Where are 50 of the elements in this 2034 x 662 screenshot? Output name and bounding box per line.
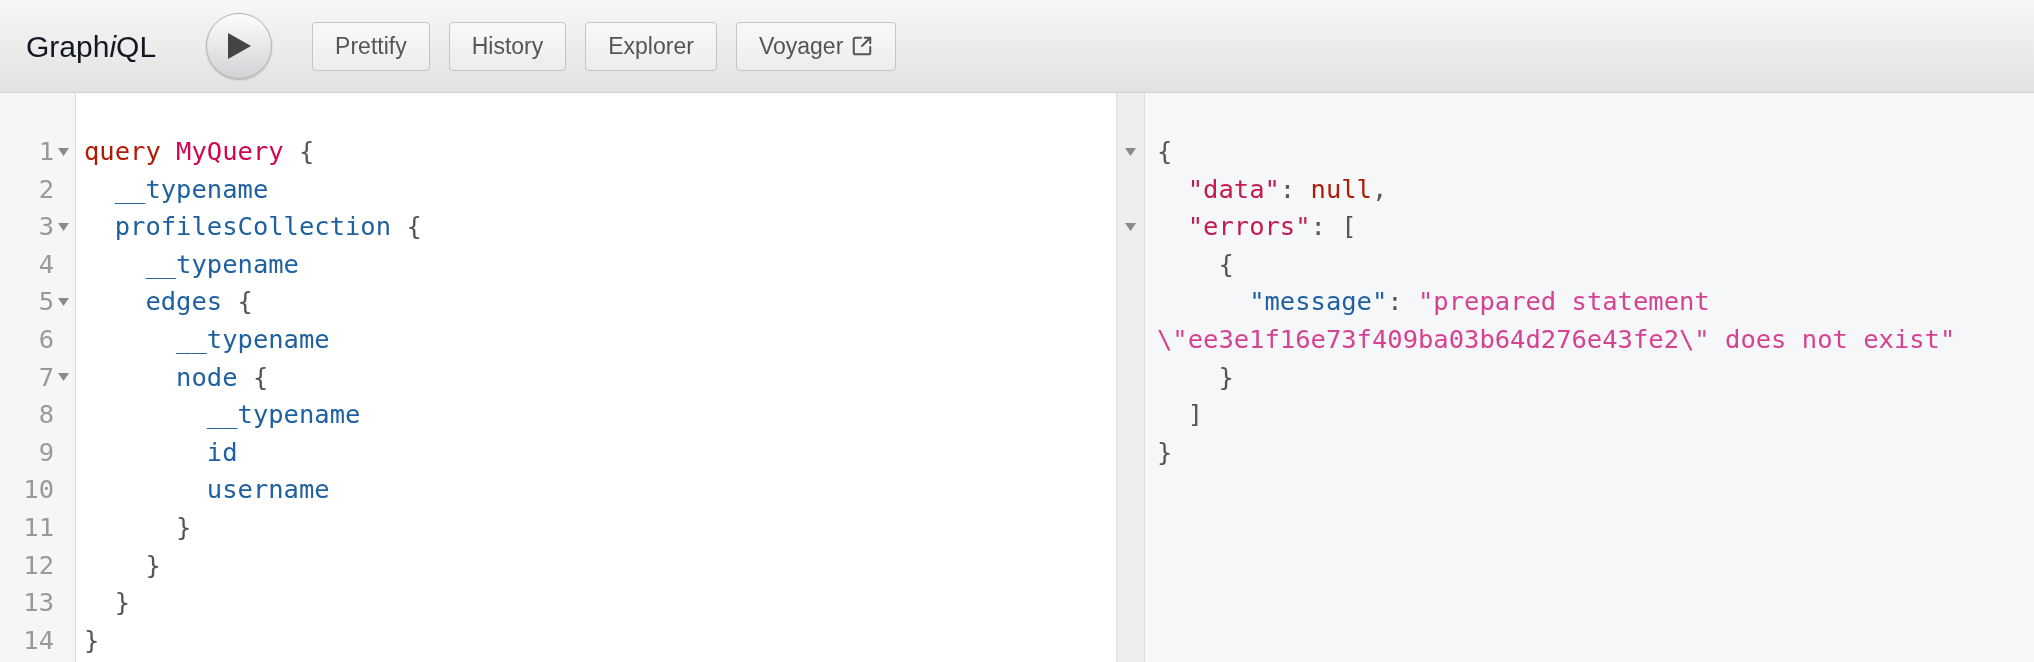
line-number: 5 [38,285,54,319]
code-line: __typename [175,322,330,356]
code-line: __typename [205,398,361,432]
code-line: } [113,586,131,620]
toolbar-button[interactable]: History [448,21,567,71]
toolbar-button[interactable]: Prettify [312,21,430,71]
fold-arrow-icon[interactable] [58,146,69,157]
fold-arrow-icon[interactable] [1125,222,1136,232]
code-line: __typename [113,172,269,206]
fold-arrow-icon[interactable] [1125,146,1136,157]
code-line: query MyQuery { [84,135,315,168]
line-number: 8 [38,398,54,432]
line-number: 11 [23,510,54,544]
line-number: 9 [38,435,54,469]
result-line: "data": null, [1186,172,1389,206]
line-number: 13 [23,586,54,620]
result-line: } [1157,435,1174,469]
fold-arrow-icon[interactable] [58,372,69,383]
line-number: 10 [23,473,54,507]
result-line: } [1217,360,1235,394]
code-line: } [144,548,161,582]
code-line: profilesCollection { [113,210,422,244]
result-line: ] [1186,398,1205,432]
line-number: 2 [38,172,54,206]
toolbar-button[interactable]: Explorer [585,21,717,71]
result-line: "errors": [ [1186,210,1358,244]
result-line: { [1157,135,1174,168]
code-line: id [205,435,238,469]
query-editor[interactable]: 1 2 3 4 5 6 7 8 9 10 11 12 13 14 query MyQuery { __typename profilesCollection { __typename edges { __typename node { __typename id username } } } } [0,93,1117,662]
fold-arrow-icon[interactable] [58,297,69,308]
code-line: } [84,623,100,657]
code-line: edges { [144,285,253,319]
code-line: } [175,510,192,544]
line-number: 1 [38,135,54,168]
code-line: __typename [144,247,299,281]
external-link-icon [851,35,874,57]
line-number: 7 [38,360,54,394]
play-icon [226,32,253,60]
result-line: "message": "prepared statement \"ee3e1f16e73f409ba03b64d276e43fe2\" does not exist" [1157,285,1957,356]
toolbar-button[interactable]: Voyager [735,21,897,71]
line-number: 6 [38,322,54,356]
line-number: 12 [23,548,54,582]
app-logo: GraphiQL [26,28,157,65]
code-line: username [205,473,330,507]
fold-arrow-icon[interactable] [58,222,69,232]
line-number: 4 [38,247,54,281]
line-number: 3 [38,210,54,244]
code-line: node { [175,360,269,394]
line-number: 14 [23,623,54,657]
result-line: { [1217,247,1235,281]
